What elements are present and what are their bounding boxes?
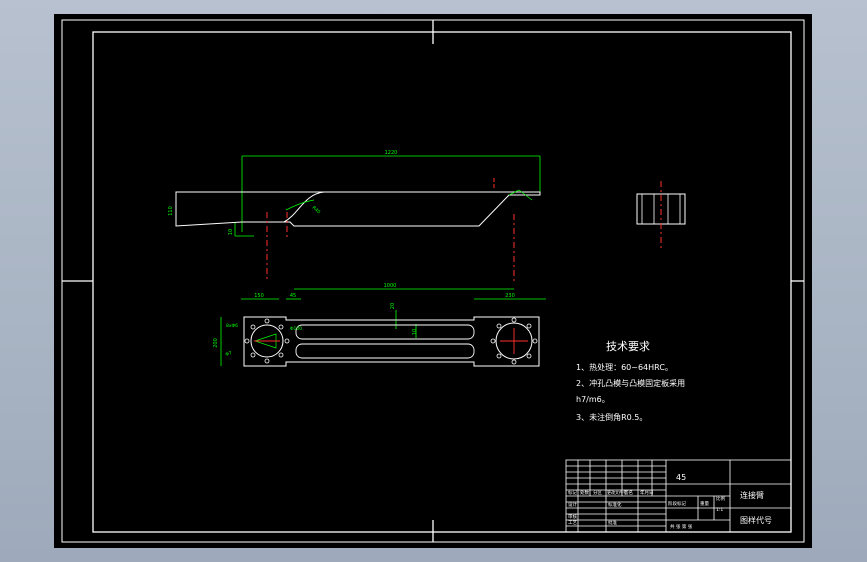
- radius-leader: [285, 199, 315, 211]
- tb-mark: 标记: [568, 489, 577, 496]
- right-bolt-hole: [511, 359, 517, 365]
- tb-date: 年月日: [640, 489, 654, 496]
- tb-approve: 批准: [608, 519, 617, 526]
- dim-left-small: 10: [228, 229, 234, 235]
- side-view[interactable]: [636, 181, 686, 248]
- part-profile-outline: [175, 191, 541, 227]
- tb-scale: 比例: [716, 495, 725, 502]
- tech-req-item: 1、热处理：60~64HRC。: [576, 362, 673, 372]
- dim-radius: R40: [311, 205, 322, 215]
- left-bolt-hole: [278, 324, 284, 330]
- tb-designer: 设计: [568, 501, 577, 508]
- hole-note-pcd: Φ7: [225, 350, 233, 358]
- dim-top-length: 1220: [385, 150, 398, 156]
- left-bolt-hole: [278, 352, 284, 358]
- tb-material: 45: [676, 473, 686, 482]
- sheet-outer-border: [61, 19, 805, 543]
- tb-process: 工艺: [568, 520, 577, 526]
- tb-count: 处数: [580, 489, 589, 496]
- dim-left-offset: 150: [254, 293, 264, 299]
- tech-req-item: 3、未注倒角R0.5。: [576, 412, 647, 422]
- left-bolt-hole: [264, 358, 270, 364]
- tb-signature: 签名: [624, 489, 633, 496]
- dim-slot-length: 10: [412, 329, 418, 335]
- hole-note-circle: Φ100: [290, 326, 302, 332]
- tb-scale-value: 1:1: [716, 507, 723, 513]
- tb-weight: 重量: [700, 500, 709, 507]
- technical-requirements: 技术要求 1、热处理：60~64HRC。 2、冲孔凸模与凸模固定板采用 h7/m…: [576, 340, 685, 422]
- tb-standardize: 标准化: [608, 501, 622, 508]
- tb-review: 审核: [568, 513, 577, 520]
- right-bolt-hole: [490, 338, 496, 344]
- right-bolt-hole: [496, 353, 502, 359]
- title-block-text: 45 连接臂 图样代号 标记 处数 分区 更改文件号 签名 年月日 设计 标准化…: [568, 473, 772, 530]
- dim-slot-offset: 45: [290, 293, 296, 299]
- tb-zone: 分区: [593, 489, 602, 496]
- tb-stage-mark: 阶段标记: [668, 500, 686, 507]
- dim-right-offset: 230: [505, 293, 515, 299]
- right-bolt-hole: [526, 353, 532, 359]
- left-bolt-hole: [264, 318, 270, 324]
- tech-req-item: h7/m6。: [576, 395, 610, 404]
- top-view[interactable]: 1000 150 45 230 20 10 200 8xΦ6 Φ7 Φ100: [213, 283, 546, 367]
- tech-req-title: 技术要求: [606, 340, 650, 353]
- dim-bottom-length: 1000: [384, 283, 397, 289]
- cad-drawing-viewport[interactable]: 1220 110 10 R40 1000 150 45 230 20 10 20…: [54, 14, 812, 548]
- slot-upper: [295, 324, 475, 340]
- dim-slot-width: 20: [390, 303, 396, 309]
- slot-lower: [295, 343, 475, 359]
- right-bolt-hole: [496, 323, 502, 329]
- s-curve-transition: [283, 191, 325, 223]
- left-bolt-hole: [250, 324, 256, 330]
- left-bolt-hole: [250, 352, 256, 358]
- tech-req-item: 2、冲孔凸模与凸模固定板采用: [576, 378, 685, 388]
- tb-drawing-code: 图样代号: [740, 515, 772, 525]
- right-bolt-hole: [511, 317, 517, 323]
- dim-top-height: 110: [168, 206, 174, 216]
- front-view[interactable]: 1220 110 10 R40: [168, 150, 541, 282]
- drawing-sheet: 1220 110 10 R40 1000 150 45 230 20 10 20…: [61, 19, 805, 543]
- tb-part-name: 连接臂: [740, 490, 764, 500]
- sheet-inner-border: [92, 31, 792, 533]
- right-bolt-hole: [526, 323, 532, 329]
- dim-end-height: 200: [213, 338, 219, 348]
- left-bolt-hole: [244, 338, 250, 344]
- right-bolt-hole: [532, 338, 538, 344]
- left-bolt-hole: [284, 338, 290, 344]
- hole-note-left: 8xΦ6: [226, 323, 238, 329]
- tb-sheet-info: 共 张 第 张: [670, 523, 693, 530]
